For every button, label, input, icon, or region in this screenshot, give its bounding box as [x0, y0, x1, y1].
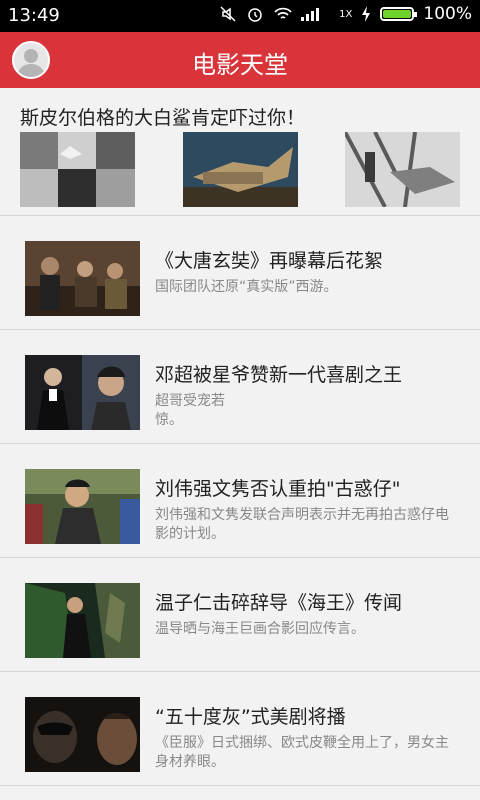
status-icons: 1X 100% — [219, 4, 472, 24]
alarm-icon — [246, 5, 264, 23]
news-thumbnail — [25, 241, 140, 316]
news-title: 邓超被星爷赞新一代喜剧之王 — [155, 364, 403, 386]
news-thumbnail — [25, 469, 140, 544]
mute-icon — [219, 5, 237, 23]
wifi-icon — [273, 5, 292, 23]
news-thumbnail — [25, 697, 140, 772]
news-summary: 《臣服》日式捆绑、欧式皮鞭全用上了，男女主身材养眼。 — [155, 735, 449, 770]
news-summary: 刘伟强和文隽发联合声明表示并无再拍古惑仔电影的计划。 — [155, 507, 449, 542]
featured-thumbnail-1[interactable] — [20, 132, 135, 207]
charging-icon — [361, 5, 371, 23]
battery-text: 100% — [423, 4, 472, 24]
network-label: 1X — [339, 8, 353, 20]
news-summary: 超哥受宠若惊。 — [155, 393, 225, 428]
battery-icon — [380, 7, 418, 21]
news-thumbnail — [25, 355, 140, 430]
news-list: 斯皮尔伯格的大白鲨肯定吓过你！ 《大唐玄奘》再曝幕后花絮 国际团队还原“真实版”… — [0, 88, 480, 786]
signal-icon — [300, 5, 330, 23]
featured-thumbnail-2[interactable] — [182, 132, 298, 207]
news-item[interactable]: 《大唐玄奘》再曝幕后花絮 国际团队还原“真实版”西游。 — [0, 216, 480, 330]
news-title: 刘伟强文隽否认重拍"古惑仔" — [155, 478, 401, 500]
news-title: 《大唐玄奘》再曝幕后花絮 — [155, 250, 384, 272]
news-title: 温子仁击碎辞导《海王》传闻 — [155, 592, 403, 614]
news-thumbnail — [25, 583, 140, 658]
featured-thumbnail-3[interactable] — [345, 132, 460, 207]
news-item[interactable]: 邓超被星爷赞新一代喜剧之王 超哥受宠若惊。 — [0, 330, 480, 444]
status-time: 13:49 — [8, 5, 60, 26]
news-item[interactable]: “五十度灰”式美剧将播 《臣服》日式捆绑、欧式皮鞭全用上了，男女主身材养眼。 — [0, 672, 480, 786]
news-title: “五十度灰”式美剧将播 — [155, 706, 346, 728]
battery-fill — [383, 10, 412, 18]
featured-title: 斯皮尔伯格的大白鲨肯定吓过你！ — [20, 107, 306, 129]
news-item[interactable]: 刘伟强文隽否认重拍"古惑仔" 刘伟强和文隽发联合声明表示并无再拍古惑仔电影的计划… — [0, 444, 480, 558]
page-title: 电影天堂 — [192, 51, 288, 79]
news-summary: 温导晒与海王巨画合影回应传言。 — [155, 621, 365, 637]
status-bar: 13:49 1X 100% — [0, 0, 480, 32]
news-item[interactable]: 温子仁击碎辞导《海王》传闻 温导晒与海王巨画合影回应传言。 — [0, 558, 480, 672]
featured-story[interactable]: 斯皮尔伯格的大白鲨肯定吓过你！ — [0, 88, 480, 216]
featured-thumbnails — [20, 132, 460, 207]
app-header: 电影天堂 — [0, 32, 480, 88]
news-summary: 国际团队还原“真实版”西游。 — [155, 279, 338, 295]
